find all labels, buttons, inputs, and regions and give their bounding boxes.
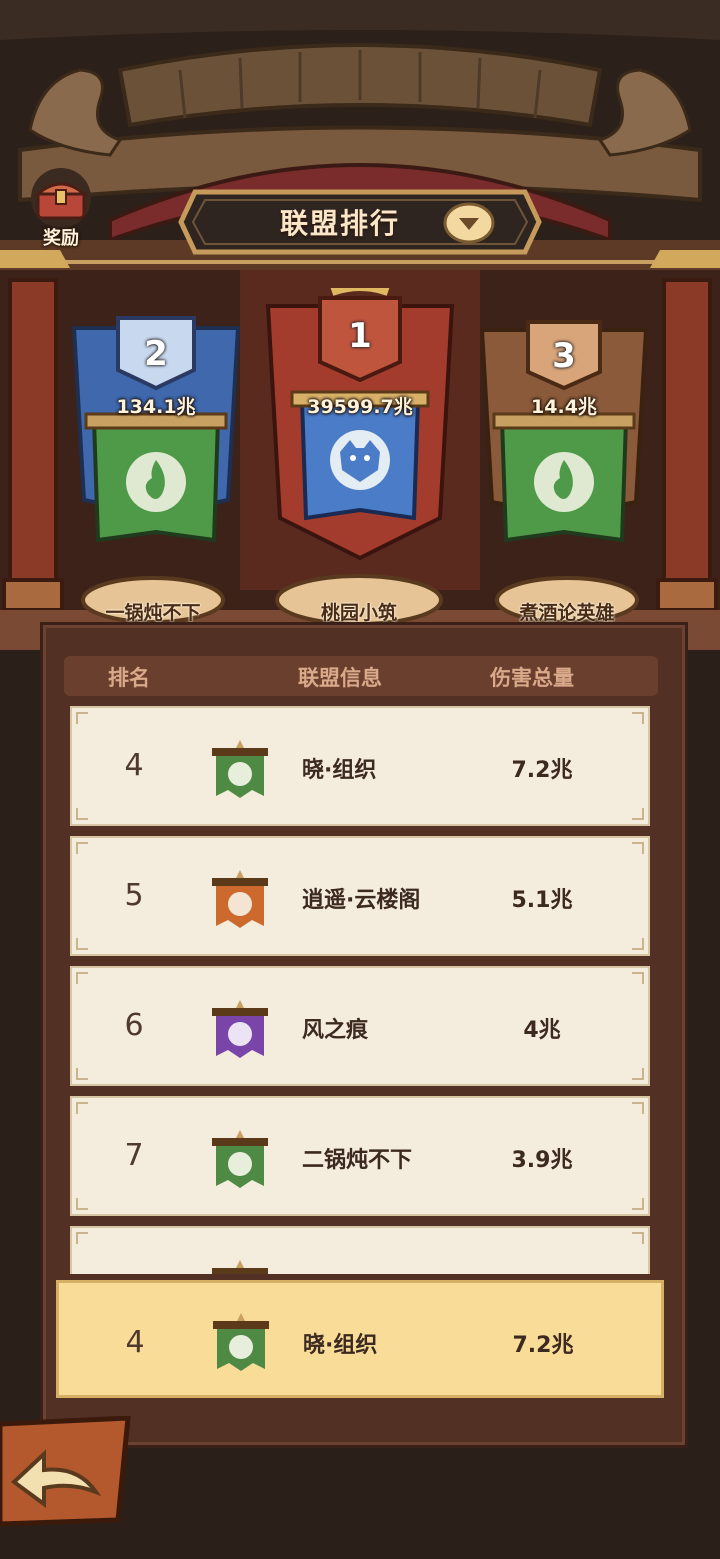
flame-emblem-icon [534, 452, 594, 512]
table-row[interactable]: 6 风之痕 4兆 [70, 966, 650, 1086]
podium-score-2: 134.1兆 [116, 396, 196, 418]
row-alliance-name: 风之痕 [302, 1018, 369, 1043]
row-alliance-name: 晓·组织 [302, 758, 377, 783]
podium-rank-1[interactable]: 1 39599.7兆 [262, 288, 458, 570]
podium-rank-3[interactable]: 3 14.4兆 [474, 316, 654, 560]
my-alliance-name: 晓·组织 [303, 1333, 378, 1358]
row-rank: 7 [124, 1138, 144, 1173]
row-damage: 5.1兆 [511, 888, 573, 913]
flame-emblem-icon [126, 452, 186, 512]
alliance-flag-icon [212, 1260, 268, 1274]
podium-score-3: 14.4兆 [531, 396, 597, 418]
podium-rank-2[interactable]: 2 134.1兆 [66, 310, 246, 560]
alliance-flag-icon [213, 1313, 269, 1371]
header-alliance-info: 联盟信息 [298, 666, 382, 690]
podium-name-3: 煮酒论英雄 [519, 602, 615, 624]
row-rank: 5 [124, 878, 144, 913]
rank-badge-2: 2 [144, 334, 168, 374]
reward-label: 奖励 [43, 228, 79, 249]
row-damage: 7.2兆 [511, 758, 573, 783]
ranking-type-selector[interactable]: 联盟排行 [175, 180, 545, 264]
my-alliance-row[interactable]: 4 晓·组织 7.2兆 [56, 1280, 664, 1398]
table-row[interactable]: 5 逍遥·云楼阁 5.1兆 [70, 836, 650, 956]
row-alliance-name: 逍遥·云楼阁 [302, 888, 421, 913]
rank-badge-1: 1 [348, 316, 372, 356]
header-rank: 排名 [108, 666, 150, 690]
tiger-emblem-icon [330, 430, 390, 490]
table-row[interactable]: 7 二锅炖不下 3.9兆 [70, 1096, 650, 1216]
back-button[interactable] [0, 1416, 140, 1528]
my-damage: 7.2兆 [512, 1333, 574, 1358]
podium-score-1: 39599.7兆 [307, 396, 413, 418]
podium-name-1: 桃园小筑 [320, 602, 397, 624]
row-alliance-name: 二锅炖不下 [302, 1148, 413, 1173]
table-row[interactable]: 4 晓·组织 7.2兆 [70, 706, 650, 826]
chevron-down-icon[interactable] [443, 202, 495, 244]
row-rank: 6 [124, 1008, 144, 1043]
alliance-flag-icon [212, 1000, 268, 1058]
header-total-damage: 伤害总量 [490, 666, 574, 690]
reward-button[interactable]: 奖励 [22, 168, 100, 250]
row-damage: 3.9兆 [511, 1148, 573, 1173]
back-arrow-icon [0, 1416, 131, 1527]
alliance-flag-icon [212, 740, 268, 798]
rank-badge-3: 3 [552, 336, 576, 376]
row-damage: 4兆 [523, 1018, 561, 1043]
table-header: 排名 联盟信息 伤害总量 [64, 656, 658, 696]
alliance-flag-icon [212, 1130, 268, 1188]
leaderboard-list[interactable]: 4 晓·组织 7.2兆 5 逍遥·云楼阁 5.1兆 6 风之痕 4兆 7 二锅炖… [70, 702, 652, 1274]
row-rank: 4 [124, 748, 144, 783]
podium-name-2: 一锅炖不下 [105, 602, 201, 624]
alliance-flag-icon [212, 870, 268, 928]
my-rank: 4 [125, 1325, 145, 1360]
treasure-chest-icon [31, 168, 91, 228]
table-row[interactable] [70, 1226, 650, 1274]
